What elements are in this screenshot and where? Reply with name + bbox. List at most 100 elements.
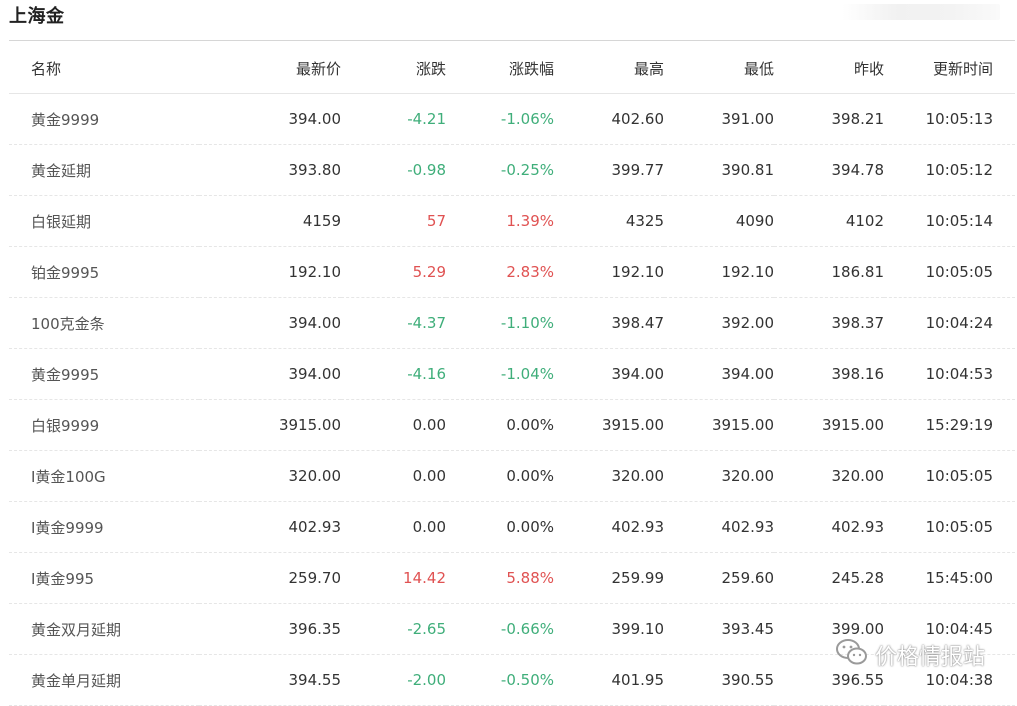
cell-change-pct: 5.88% — [446, 552, 554, 604]
cell-prev-close: 186.81 — [774, 246, 884, 298]
cell-change-pct: -1.04% — [446, 348, 554, 400]
watermark: 价格情报站 — [835, 637, 985, 673]
table-row[interactable]: 铂金9995 192.10 5.29 2.83% 192.10 192.10 186.81 1… — [9, 246, 1015, 298]
cell-high: 3915.00 — [554, 399, 664, 451]
cell-name[interactable]: 黄金延期 — [9, 144, 199, 196]
header-prev-close: 昨收 — [774, 44, 884, 94]
cell-name[interactable]: I黄金9999 — [9, 501, 199, 553]
cell-change: -4.16 — [341, 348, 446, 400]
cell-low: 394.00 — [664, 348, 774, 400]
cell-name[interactable]: I黄金995 — [9, 552, 199, 604]
cell-low: 259.60 — [664, 552, 774, 604]
header-name: 名称 — [9, 44, 199, 94]
cell-update-time: 10:05:05 — [884, 246, 1015, 298]
cell-update-time: 10:05:05 — [884, 450, 1015, 502]
header-latest: 最新价 — [199, 44, 341, 94]
table-row[interactable]: 100克金条 394.00 -4.37 -1.10% 398.47 392.00 398.3… — [9, 297, 1015, 349]
cell-change: 0.00 — [341, 450, 446, 502]
watermark-text: 价格情报站 — [874, 645, 985, 670]
cell-high: 399.77 — [554, 144, 664, 196]
cell-change: 0.00 — [341, 501, 446, 553]
table-row[interactable]: 黄金9995 394.00 -4.16 -1.04% 394.00 394.00 398.1… — [9, 348, 1015, 400]
cell-prev-close: 398.16 — [774, 348, 884, 400]
page-title: 上海金 — [9, 6, 65, 27]
cell-change-pct: 0.00% — [446, 450, 554, 502]
table-row[interactable]: 白银延期 4159 57 1.39% 4325 4090 4102 10:05:14 — [9, 195, 1015, 247]
cell-high: 402.60 — [554, 93, 664, 145]
cell-name[interactable]: 黄金双月延期 — [9, 603, 199, 655]
cell-latest: 396.35 — [199, 603, 341, 655]
cell-change-pct: 0.00% — [446, 501, 554, 553]
cell-update-time: 10:05:13 — [884, 93, 1015, 145]
table-row[interactable]: I黄金995 259.70 14.42 5.88% 259.99 259.60 245.28… — [9, 552, 1015, 604]
cell-change-pct: 0.00% — [446, 399, 554, 451]
cell-latest: 320.00 — [199, 450, 341, 502]
cell-prev-close: 4102 — [774, 195, 884, 247]
cell-high: 320.00 — [554, 450, 664, 502]
cell-latest: 394.00 — [199, 297, 341, 349]
cell-high: 399.10 — [554, 603, 664, 655]
cell-change-pct: -1.10% — [446, 297, 554, 349]
cell-low: 3915.00 — [664, 399, 774, 451]
cell-change-pct: -1.06% — [446, 93, 554, 145]
cell-low: 402.93 — [664, 501, 774, 553]
table-row[interactable]: 黄金9999 394.00 -4.21 -1.06% 402.60 391.00 398.2… — [9, 93, 1015, 145]
cell-prev-close: 394.78 — [774, 144, 884, 196]
cell-high: 4325 — [554, 195, 664, 247]
cell-change: 57 — [341, 195, 446, 247]
cell-latest: 393.80 — [199, 144, 341, 196]
cell-low: 391.00 — [664, 93, 774, 145]
cell-name[interactable]: 铂金9995 — [9, 246, 199, 298]
cell-update-time: 10:04:24 — [884, 297, 1015, 349]
cell-change: -0.98 — [341, 144, 446, 196]
table-header-row: 名称 最新价 涨跌 涨跌幅 最高 最低 昨收 更新时间 — [9, 44, 1015, 94]
header-update-time: 更新时间 — [884, 44, 1015, 94]
title-divider — [9, 40, 1015, 41]
cell-high: 398.47 — [554, 297, 664, 349]
header-change: 涨跌 — [341, 44, 446, 94]
cell-name[interactable]: 黄金9995 — [9, 348, 199, 400]
cell-prev-close: 245.28 — [774, 552, 884, 604]
cell-change-pct: -0.25% — [446, 144, 554, 196]
cell-latest: 394.00 — [199, 93, 341, 145]
quote-table: 名称 最新价 涨跌 涨跌幅 最高 最低 昨收 更新时间 黄金9999 394.00… — [9, 44, 1015, 706]
cell-latest: 402.93 — [199, 501, 341, 553]
cell-prev-close: 3915.00 — [774, 399, 884, 451]
cell-low: 4090 — [664, 195, 774, 247]
cell-change-pct: -0.66% — [446, 603, 554, 655]
cell-low: 393.45 — [664, 603, 774, 655]
table-row[interactable]: 白银9999 3915.00 0.00 0.00% 3915.00 3915.00 3915… — [9, 399, 1015, 451]
cell-low: 320.00 — [664, 450, 774, 502]
cell-latest: 192.10 — [199, 246, 341, 298]
cell-name[interactable]: 白银9999 — [9, 399, 199, 451]
cell-change-pct: 2.83% — [446, 246, 554, 298]
cell-update-time: 15:45:00 — [884, 552, 1015, 604]
faded-header-bar — [842, 4, 1000, 20]
cell-change: -2.65 — [341, 603, 446, 655]
cell-prev-close: 320.00 — [774, 450, 884, 502]
cell-change: 5.29 — [341, 246, 446, 298]
cell-change: -4.21 — [341, 93, 446, 145]
cell-low: 192.10 — [664, 246, 774, 298]
cell-update-time: 10:04:53 — [884, 348, 1015, 400]
cell-high: 394.00 — [554, 348, 664, 400]
cell-prev-close: 398.37 — [774, 297, 884, 349]
cell-high: 259.99 — [554, 552, 664, 604]
cell-prev-close: 402.93 — [774, 501, 884, 553]
cell-prev-close: 398.21 — [774, 93, 884, 145]
cell-change: -4.37 — [341, 297, 446, 349]
cell-latest: 394.00 — [199, 348, 341, 400]
cell-name[interactable]: 黄金9999 — [9, 93, 199, 145]
header-change-pct: 涨跌幅 — [446, 44, 554, 94]
cell-latest: 4159 — [199, 195, 341, 247]
cell-high: 402.93 — [554, 501, 664, 553]
cell-update-time: 10:05:12 — [884, 144, 1015, 196]
table-row[interactable]: I黄金9999 402.93 0.00 0.00% 402.93 402.93 402.93… — [9, 501, 1015, 553]
cell-name[interactable]: I黄金100G — [9, 450, 199, 502]
cell-name[interactable]: 白银延期 — [9, 195, 199, 247]
table-row[interactable]: I黄金100G 320.00 0.00 0.00% 320.00 320.00 320.00… — [9, 450, 1015, 502]
cell-name[interactable]: 100克金条 — [9, 297, 199, 349]
cell-update-time: 10:05:05 — [884, 501, 1015, 553]
header-high: 最高 — [554, 44, 664, 94]
table-row[interactable]: 黄金延期 393.80 -0.98 -0.25% 399.77 390.81 394.78 1… — [9, 144, 1015, 196]
